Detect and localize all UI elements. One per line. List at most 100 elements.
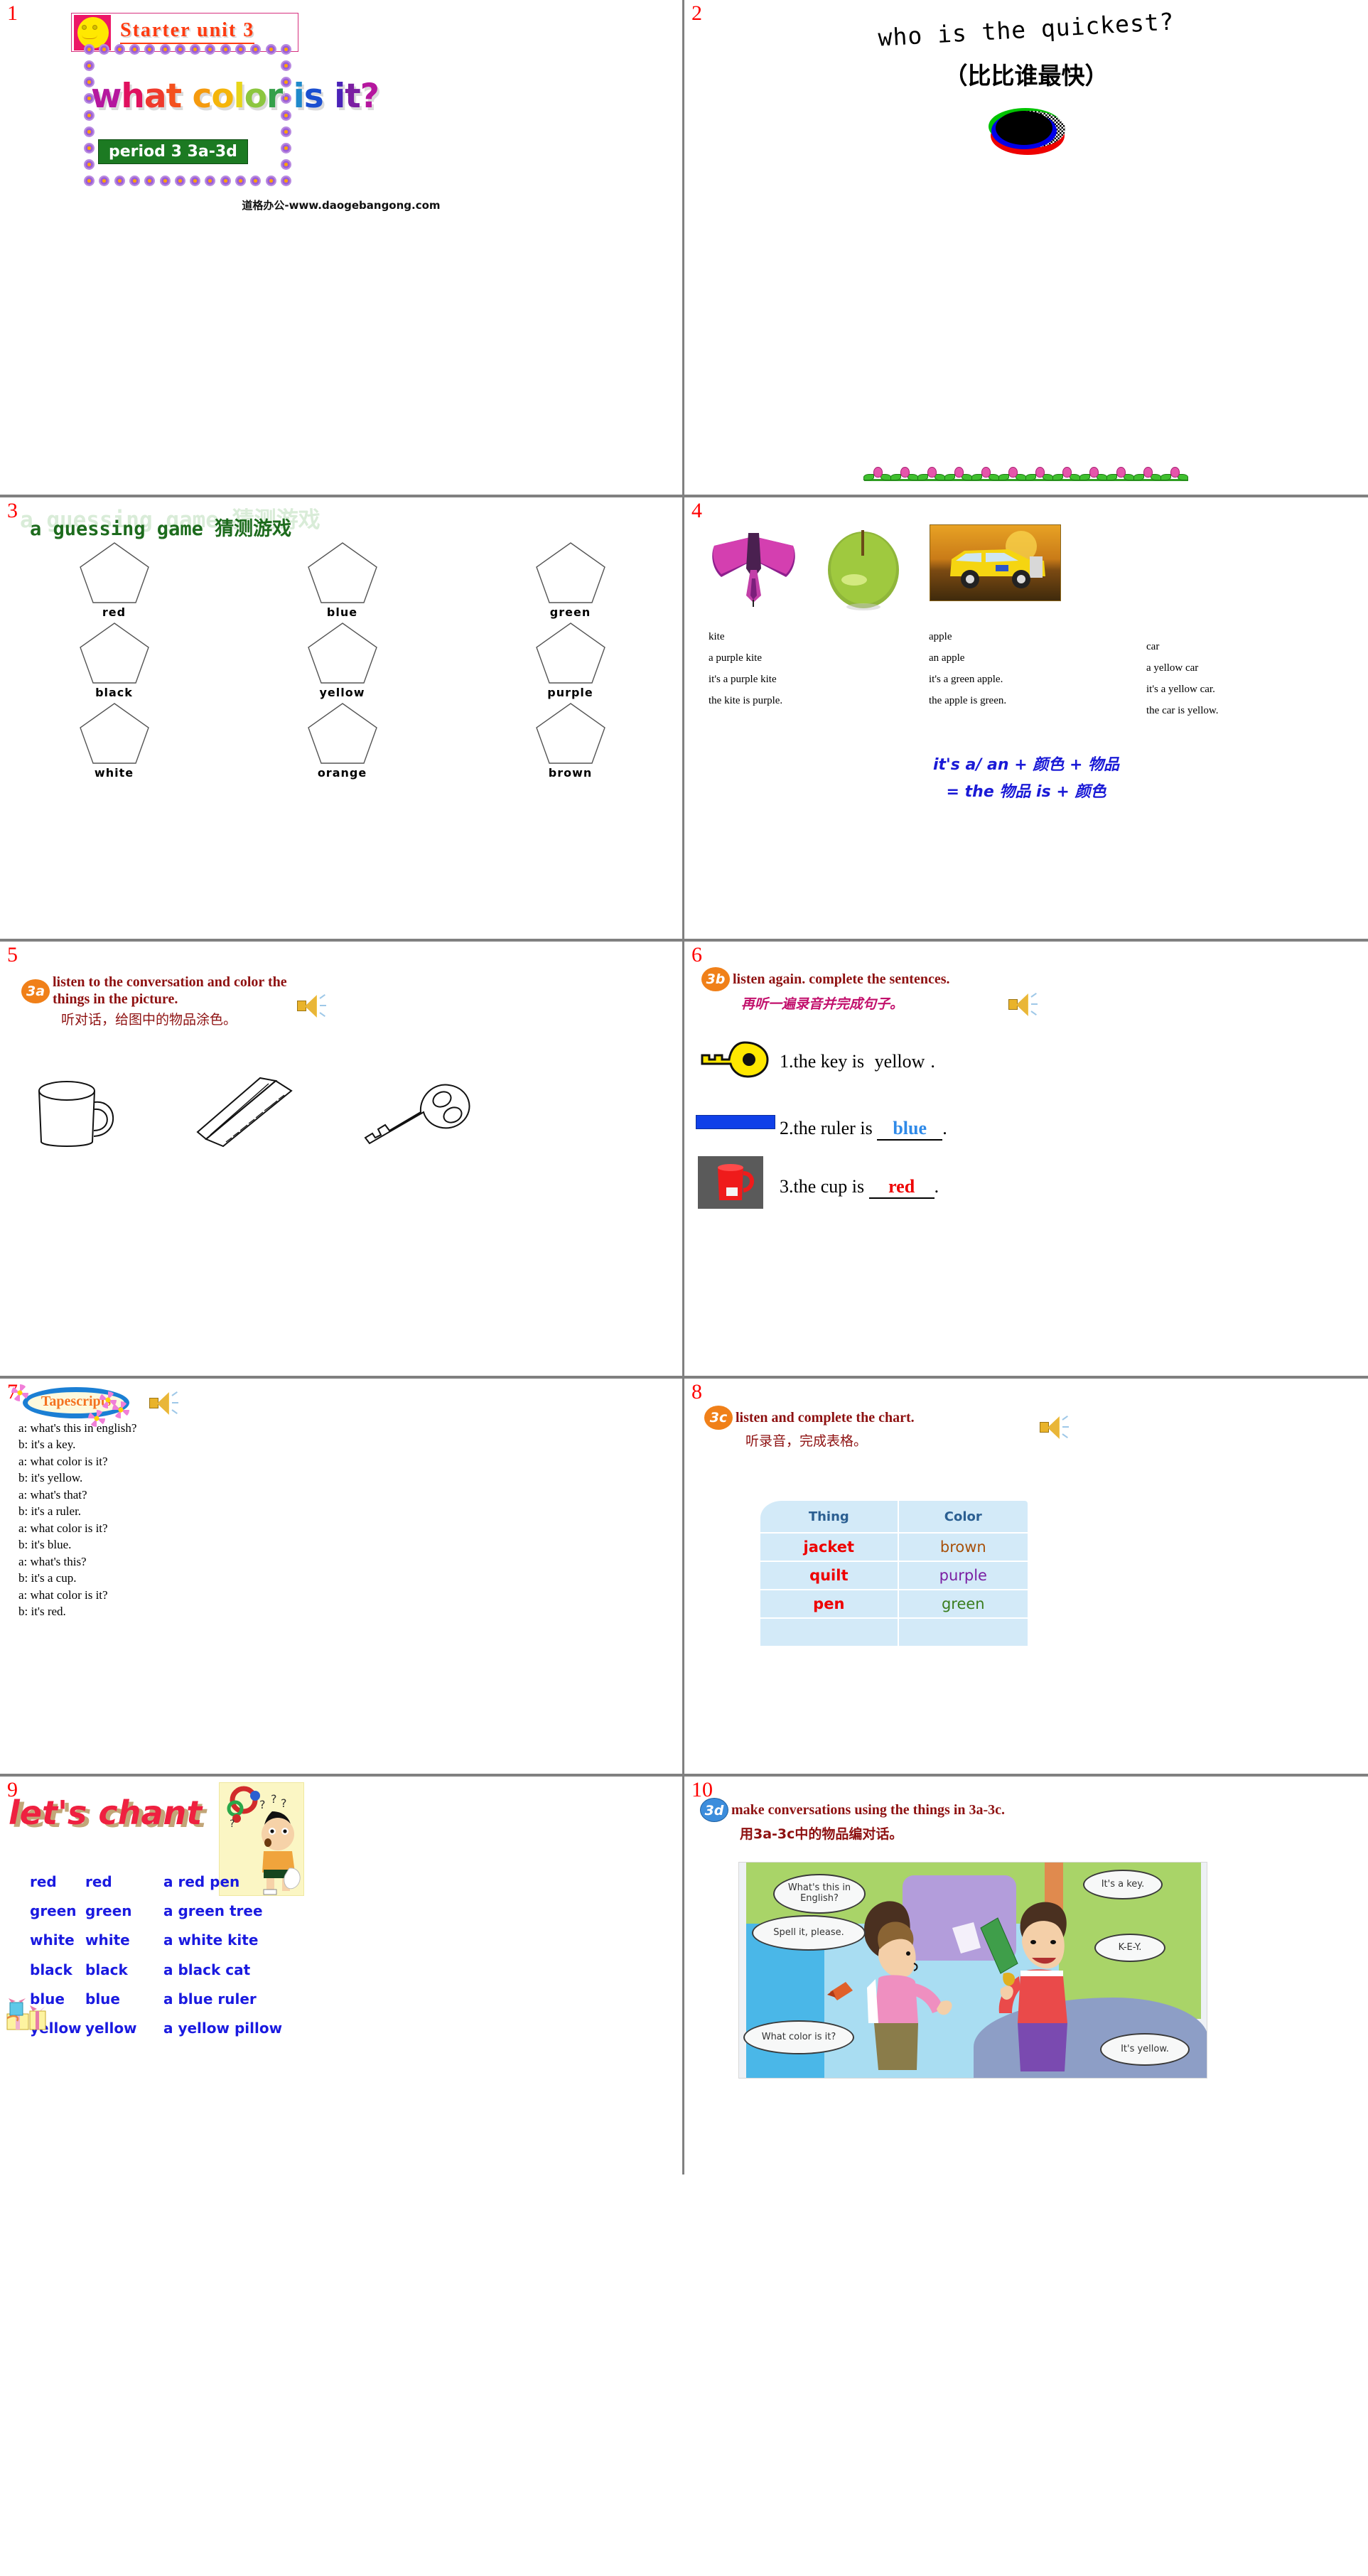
pentagon-color-item[interactable]: black: [0, 622, 228, 699]
flower-icon: [99, 44, 110, 55]
tapescript-line: a: what color is it?: [18, 1588, 108, 1602]
pentagon-color-item[interactable]: white: [0, 702, 228, 780]
table-row: pen green: [760, 1590, 1028, 1617]
tapescript-line: b: it's blue.: [18, 1538, 72, 1552]
svg-text:?: ?: [230, 1818, 235, 1830]
speaker-icon[interactable]: [1007, 991, 1038, 1018]
instruction-cn: 听录音，完成表格。: [745, 1433, 868, 1449]
pentagon-shape[interactable]: [79, 702, 150, 765]
line-art-objects: [0, 1069, 682, 1162]
chant-word: green: [30, 1902, 77, 1920]
slide-7: 7 Tapescripts a: what's this in english?…: [0, 1379, 684, 1777]
yellow-key-image: [701, 1041, 769, 1078]
slide-4: 4 kite a purple kite it's a purple kite …: [684, 497, 1368, 942]
noun: apple: [929, 631, 952, 642]
sentence-suffix: .: [930, 1051, 935, 1072]
pentagon-shape[interactable]: [79, 622, 150, 684]
pentagon-color-item[interactable]: orange: [228, 702, 456, 780]
speaker-icon[interactable]: [296, 993, 327, 1020]
flower-icon: [205, 44, 216, 55]
speaker-icon[interactable]: [1038, 1414, 1070, 1441]
chant-title: let's chant: [9, 1794, 203, 1832]
badge-3d[interactable]: 3d: [700, 1798, 728, 1822]
example-images: [684, 519, 1368, 618]
cell-thing: pen: [760, 1590, 898, 1617]
green-apple-image: [828, 530, 899, 610]
purple-kite-image: [712, 533, 795, 607]
flower-icon: [281, 60, 291, 72]
rose-border: [684, 465, 1368, 483]
instruction-cn: 听对话，给图中的物品涂色。: [61, 1012, 237, 1028]
flower-icon: [99, 176, 110, 186]
sentence-1: 1.the key is yellow.: [780, 1051, 935, 1072]
example-column: car a yellow car it's a yellow car. the …: [1146, 641, 1219, 726]
pentagon-color-item[interactable]: yellow: [228, 622, 456, 699]
pentagon-color-item[interactable]: brown: [456, 702, 682, 780]
pentagon-shape[interactable]: [535, 702, 606, 765]
answer-row: 2.the ruler is blue.: [694, 1102, 1362, 1156]
flower-icon: [205, 176, 216, 186]
yellow-car-image: [930, 524, 1061, 601]
activity-3d-header: 3d make conversations using the things i…: [700, 1798, 1005, 1843]
sentence-suffix: .: [942, 1118, 947, 1138]
speaker-icon[interactable]: [148, 1390, 179, 1417]
flower-icon: [281, 158, 291, 170]
blue-ruler-image: [696, 1115, 775, 1129]
flower-icon: [281, 44, 291, 55]
pentagon-color-item[interactable]: green: [456, 541, 682, 619]
rose-icon: [1079, 465, 1107, 483]
speech-bubble-4: K-E-Y.: [1094, 1934, 1165, 1962]
instruction-cn: 再听一遍录音并完成句子。: [741, 996, 904, 1012]
pentagon-color-label: red: [102, 605, 126, 619]
footer-watermark: 道格办公-www.daogebangong.com: [242, 199, 441, 212]
cell-thing: jacket: [760, 1534, 898, 1561]
flower-icon: [174, 176, 185, 186]
slide-number: 8: [691, 1380, 702, 1403]
pentagon-color-label: black: [95, 686, 133, 699]
example-column: kite a purple kite it's a purple kite th…: [709, 631, 782, 716]
cell-color: purple: [898, 1562, 1028, 1589]
pentagon-shape[interactable]: [79, 541, 150, 604]
pentagon-color-label: orange: [317, 766, 367, 780]
rose-icon: [863, 465, 891, 483]
table-header-row: Thing Color: [760, 1501, 1028, 1532]
chant-line: blue blue a blue ruler: [30, 1985, 282, 2014]
rose-icon: [917, 465, 945, 483]
sentence-1: it's a yellow car.: [1146, 684, 1215, 695]
instruction-en: listen again. complete the sentences.: [733, 971, 950, 987]
flower-icon: [159, 44, 171, 55]
pentagon-shape[interactable]: [307, 541, 378, 604]
chant-phrase: a blue ruler: [163, 1990, 257, 2008]
column-header-color: Color: [898, 1501, 1028, 1532]
pentagon-color-item[interactable]: purple: [456, 622, 682, 699]
table-row: jacket brown: [760, 1534, 1028, 1561]
grammar-formula-2: = the 物品 is + 颜色: [946, 783, 1106, 801]
badge-3a[interactable]: 3a: [21, 979, 50, 1003]
phrase: a purple kite: [709, 652, 762, 664]
slide-number: 3: [7, 499, 18, 522]
chant-word-repeat: yellow: [85, 2019, 137, 2037]
flower-icon: [174, 44, 185, 55]
flower-icon: [265, 176, 276, 186]
pentagon-shape[interactable]: [535, 541, 606, 604]
badge-3c[interactable]: 3c: [704, 1406, 733, 1430]
flower-icon: [144, 176, 156, 186]
chant-word-repeat: blue: [85, 1990, 120, 2008]
page-title: what color is it?: [91, 77, 379, 116]
slide-number: 2: [691, 1, 702, 25]
flower-icon: [84, 158, 95, 170]
flower-icon: [114, 176, 125, 186]
pentagon-shape[interactable]: [307, 702, 378, 765]
flower-icon: [281, 126, 291, 137]
pentagon-shape[interactable]: [535, 622, 606, 684]
pentagon-color-item[interactable]: blue: [228, 541, 456, 619]
badge-3b[interactable]: 3b: [701, 967, 730, 991]
slide-grid: 1 Starter unit 3 what color is it? perio…: [0, 0, 1368, 2576]
grammar-formula-1: it's a/ an + 颜色 + 物品: [932, 756, 1120, 774]
pentagon-color-item[interactable]: red: [0, 541, 228, 619]
pentagon-shape[interactable]: [307, 622, 378, 684]
speech-bubble-6: It's yellow.: [1100, 2033, 1190, 2066]
tapescripts-title-banner: Tapescripts: [11, 1384, 129, 1427]
sentence-2: 2.the ruler is blue.: [780, 1118, 947, 1141]
flower-icon: [190, 44, 201, 55]
